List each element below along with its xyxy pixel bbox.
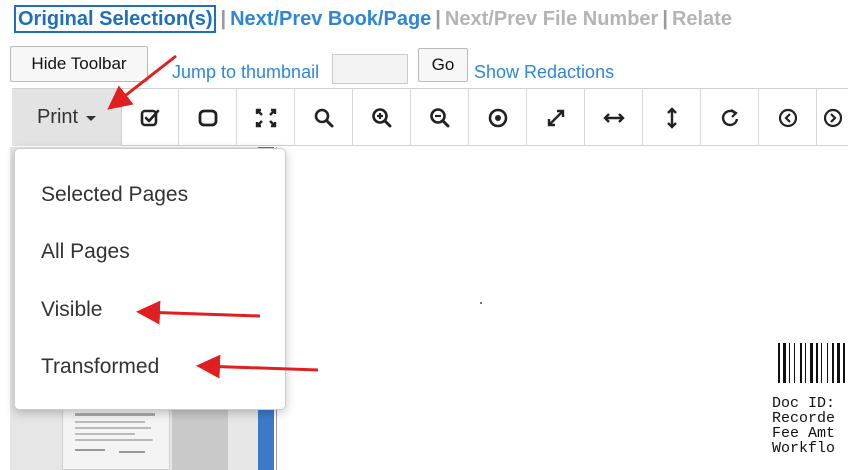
arrow-circle-right-icon xyxy=(823,108,842,127)
zoom-in-button[interactable] xyxy=(353,89,411,146)
document-viewer-window: Original Selection(s) | Next/Prev Book/P… xyxy=(0,0,848,470)
barcode-bar xyxy=(807,343,809,383)
barcode-bar xyxy=(841,343,842,383)
target-icon xyxy=(488,108,507,127)
barcode-bar xyxy=(803,343,804,383)
menu-item-visible[interactable]: Visible xyxy=(41,298,102,322)
barcode-bar xyxy=(783,343,786,383)
barcode-bar xyxy=(843,343,845,383)
barcode-bar xyxy=(837,343,840,383)
jump-to-thumbnail-label: Jump to thumbnail xyxy=(172,62,320,82)
barcode-bar xyxy=(814,343,815,383)
go-button[interactable]: Go xyxy=(418,48,468,82)
viewer-options-row: Hide Toolbar Jump to thumbnail Go Show R… xyxy=(0,44,848,84)
arrow-circle-left-icon xyxy=(778,108,797,127)
barcode-bar xyxy=(796,343,799,383)
show-redactions-link[interactable]: Show Redactions xyxy=(474,62,614,83)
barcode-bar xyxy=(846,343,847,383)
zoom-out-icon xyxy=(429,107,449,127)
nav-separator: | xyxy=(220,7,227,30)
nav-separator: | xyxy=(435,7,441,30)
barcode-bar xyxy=(819,343,820,383)
search-icon xyxy=(314,108,333,127)
barcode-bar xyxy=(789,343,790,383)
fit-height-icon xyxy=(666,106,677,129)
expand-diagonal-button[interactable] xyxy=(527,89,585,146)
barcode-bar xyxy=(823,343,826,383)
barcode-bar xyxy=(829,343,831,383)
barcode-bar xyxy=(832,343,834,383)
next-prev-file-number-link: Next/Prev File Number xyxy=(444,7,659,30)
stop-square-icon xyxy=(198,109,217,126)
barcode-bar xyxy=(800,343,802,383)
nav-separator: | xyxy=(662,7,668,30)
image-toolbar: Print xyxy=(12,88,848,146)
print-dropdown-menu: Selected Pages All Pages Visible Transfo… xyxy=(14,148,286,410)
stop-square-button[interactable] xyxy=(179,89,237,146)
menu-item-transformed[interactable]: Transformed xyxy=(41,355,159,379)
barcode-bar xyxy=(821,343,822,383)
print-button-label: Print xyxy=(36,106,79,128)
barcode-bar xyxy=(816,343,818,383)
original-selections-link[interactable]: Original Selection(s) xyxy=(14,5,217,33)
target-button[interactable] xyxy=(469,89,527,146)
fit-height-button[interactable] xyxy=(643,89,701,146)
barcode-bar xyxy=(810,343,813,383)
hide-toolbar-button[interactable]: Hide Toolbar xyxy=(10,46,148,82)
zoom-in-icon xyxy=(371,107,391,127)
barcode-bar xyxy=(794,343,795,383)
search-button[interactable] xyxy=(295,89,353,146)
check-square-button[interactable] xyxy=(122,89,179,146)
thumbnail-image xyxy=(75,413,155,453)
rotate-button[interactable] xyxy=(701,89,759,146)
barcode-bar xyxy=(827,343,828,383)
doc-line: Workflo xyxy=(772,440,836,457)
fit-page-icon xyxy=(255,108,276,127)
expand-diagonal-icon xyxy=(547,109,564,126)
next-prev-book-page-link[interactable]: Next/Prev Book/Page xyxy=(230,8,431,31)
thumbnail-shadow xyxy=(172,404,228,470)
menu-item-all-pages[interactable]: All Pages xyxy=(41,240,130,264)
fit-width-icon xyxy=(602,112,625,123)
rotate-icon xyxy=(721,108,738,126)
document-text: Doc ID: Recorde Fee Amt Workflo xyxy=(772,396,835,456)
jump-to-thumbnail-input[interactable] xyxy=(332,54,408,84)
barcode-bar xyxy=(787,343,788,383)
pan-right-button[interactable] xyxy=(817,89,848,146)
record-navigation-bar: Original Selection(s) | Next/Prev Book/P… xyxy=(0,0,848,38)
check-square-icon xyxy=(140,109,160,126)
caret-down-icon xyxy=(86,116,97,121)
print-dropdown-button[interactable]: Print xyxy=(12,89,122,146)
zoom-out-button[interactable] xyxy=(411,89,469,146)
page-thumbnail[interactable] xyxy=(62,404,170,470)
page-image-view[interactable] xyxy=(276,147,848,470)
barcode-bar xyxy=(791,343,793,383)
barcode-bar xyxy=(835,343,836,383)
fit-width-button[interactable] xyxy=(585,89,643,146)
document-barcode xyxy=(778,343,848,383)
barcode-bar xyxy=(778,343,780,383)
pan-left-button[interactable] xyxy=(759,89,817,146)
barcode-bar xyxy=(781,343,782,383)
fit-page-button[interactable] xyxy=(237,89,295,146)
related-link: Relate xyxy=(671,7,732,30)
image-speck xyxy=(480,302,482,304)
menu-item-selected-pages[interactable]: Selected Pages xyxy=(41,183,188,207)
barcode-bar xyxy=(805,343,806,383)
